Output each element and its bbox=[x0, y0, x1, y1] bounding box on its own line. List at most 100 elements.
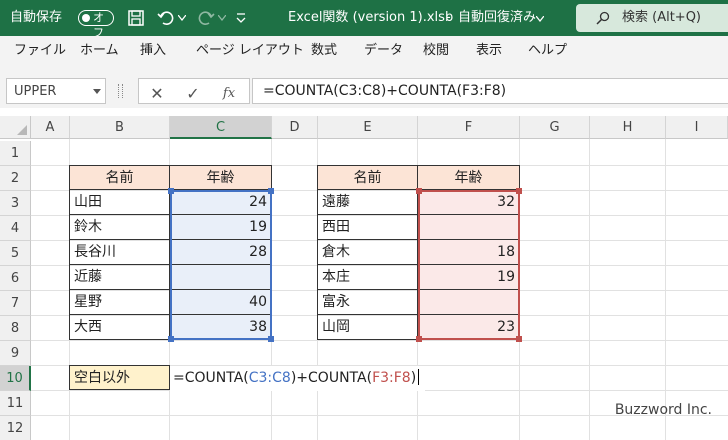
tab-review[interactable]: 校閲 bbox=[423, 36, 449, 66]
table1-age-cell[interactable]: 28 bbox=[170, 240, 272, 265]
save-icon[interactable] bbox=[126, 8, 146, 28]
table1-name-cell[interactable]: 近藤 bbox=[69, 265, 170, 290]
tab-help[interactable]: ヘルプ bbox=[528, 36, 567, 66]
row-header-6[interactable]: 6 bbox=[0, 266, 31, 291]
row-header-9[interactable]: 9 bbox=[0, 341, 31, 366]
row-header-10[interactable]: 10 bbox=[0, 366, 31, 391]
table2-name-cell[interactable]: 遠藤 bbox=[317, 190, 418, 215]
splitter-handle[interactable] bbox=[118, 84, 123, 98]
customize-icon[interactable] bbox=[236, 12, 246, 24]
column-header-d[interactable]: D bbox=[272, 116, 318, 139]
search-box[interactable]: 検索 (Alt+Q) bbox=[576, 4, 728, 32]
gridline bbox=[665, 139, 666, 440]
table1-header-age[interactable]: 年齢 bbox=[170, 165, 272, 190]
tab-home[interactable]: ホーム bbox=[80, 36, 119, 66]
ribbon-spacer bbox=[0, 66, 728, 76]
table1-header-name[interactable]: 名前 bbox=[69, 165, 170, 190]
formula-prefix: =COUNTA( bbox=[173, 370, 249, 386]
column-header-e[interactable]: E bbox=[318, 116, 418, 139]
table2-header-name[interactable]: 名前 bbox=[317, 165, 418, 190]
table2-header-age[interactable]: 年齢 bbox=[418, 165, 520, 190]
table2-name-cell[interactable]: 西田 bbox=[317, 215, 418, 240]
tab-page-layout[interactable]: ページ レイアウト bbox=[196, 36, 304, 66]
chevron-down-icon[interactable] bbox=[536, 16, 544, 22]
table1-name-cell[interactable]: 大西 bbox=[69, 315, 170, 340]
table1-name-cell[interactable]: 星野 bbox=[69, 290, 170, 315]
name-box[interactable]: UPPER bbox=[6, 78, 106, 104]
table1-name-cell[interactable]: 長谷川 bbox=[69, 240, 170, 265]
table2-name-cell[interactable]: 富永 bbox=[317, 290, 418, 315]
cell-editor-c10[interactable]: =COUNTA(C3:C8)+COUNTA(F3:F8) bbox=[170, 366, 425, 391]
table1-age-cell[interactable]: 40 bbox=[170, 290, 272, 315]
save-status: 自動回復済み bbox=[458, 10, 537, 25]
redo-dropdown-icon[interactable] bbox=[218, 15, 226, 21]
undo-icon[interactable] bbox=[156, 8, 176, 28]
enter-icon[interactable]: ✓ bbox=[181, 82, 205, 106]
table2-age-cell[interactable]: 32 bbox=[418, 190, 520, 215]
autosave-label: 自動保存 bbox=[10, 10, 63, 25]
formula-text: =COUNTA(C3:C8)+COUNTA(F3:F8) bbox=[263, 83, 507, 99]
row-header-11[interactable]: 11 bbox=[0, 391, 31, 416]
formula-range-ref-1: C3:C8 bbox=[248, 370, 291, 386]
column-header-f[interactable]: F bbox=[418, 116, 520, 139]
search-label: 検索 (Alt+Q) bbox=[622, 10, 702, 25]
column-header-g[interactable]: G bbox=[520, 116, 590, 139]
row-header-1[interactable]: 1 bbox=[0, 141, 31, 166]
column-header-c[interactable]: C bbox=[170, 116, 272, 139]
summary-label-cell[interactable]: 空白以外 bbox=[69, 365, 170, 390]
formula-range-ref-2: F3:F8 bbox=[372, 370, 411, 386]
gridline bbox=[589, 139, 590, 440]
table2-age-cell[interactable]: 18 bbox=[418, 240, 520, 265]
undo-dropdown-icon[interactable] bbox=[178, 15, 186, 21]
row-header-4[interactable]: 4 bbox=[0, 216, 31, 241]
chevron-down-icon[interactable] bbox=[93, 89, 101, 94]
formula-input[interactable]: =COUNTA(C3:C8)+COUNTA(F3:F8) bbox=[252, 78, 728, 104]
autosave-toggle[interactable]: オフ bbox=[78, 10, 114, 39]
row-header-3[interactable]: 3 bbox=[0, 191, 31, 216]
table2-age-cell[interactable] bbox=[418, 290, 520, 315]
table1-age-cell[interactable] bbox=[170, 265, 272, 290]
table2-age-cell[interactable]: 19 bbox=[418, 265, 520, 290]
formula-middle: )+COUNTA( bbox=[290, 370, 373, 386]
tab-insert[interactable]: 挿入 bbox=[140, 36, 166, 66]
redo-icon[interactable] bbox=[196, 8, 216, 28]
table2-name-cell[interactable]: 倉木 bbox=[317, 240, 418, 265]
table1-age-cell[interactable]: 19 bbox=[170, 215, 272, 240]
tab-file[interactable]: ファイル bbox=[14, 36, 66, 66]
ribbon-tabs: ファイル ホーム 挿入 ページ レイアウト 数式 データ 校閲 表示 ヘルプ bbox=[0, 36, 728, 66]
row-header-12[interactable]: 12 bbox=[0, 416, 31, 440]
search-icon bbox=[596, 11, 610, 25]
text-caret bbox=[418, 369, 420, 385]
table1-age-cell[interactable]: 24 bbox=[170, 190, 272, 215]
row-header-7[interactable]: 7 bbox=[0, 291, 31, 316]
formula-suffix: ) bbox=[410, 370, 417, 386]
row-header-5[interactable]: 5 bbox=[0, 241, 31, 266]
table1-name-cell[interactable]: 鈴木 bbox=[69, 215, 170, 240]
name-box-value: UPPER bbox=[14, 84, 57, 99]
table2-age-cell[interactable]: 23 bbox=[418, 315, 520, 340]
row-header-8[interactable]: 8 bbox=[0, 316, 31, 341]
gridline bbox=[31, 340, 728, 341]
table2-name-cell[interactable]: 山岡 bbox=[317, 315, 418, 340]
document-title: Excel関数 (version 1).xlsb bbox=[288, 10, 454, 25]
formula-bar: UPPER ✕ ✓ fx =COUNTA(C3:C8)+COUNTA(F3:F8… bbox=[0, 76, 728, 108]
table2-name-cell[interactable]: 本庄 bbox=[317, 265, 418, 290]
select-all-corner[interactable] bbox=[0, 116, 31, 139]
row-header-2[interactable]: 2 bbox=[0, 166, 31, 191]
table1-age-cell[interactable]: 38 bbox=[170, 315, 272, 340]
tab-formulas[interactable]: 数式 bbox=[311, 36, 337, 66]
separator-dot: - bbox=[446, 10, 451, 25]
column-header-b[interactable]: B bbox=[70, 116, 170, 139]
insert-function-icon[interactable]: fx bbox=[217, 82, 241, 106]
column-header-h[interactable]: H bbox=[590, 116, 666, 139]
column-header-a[interactable]: A bbox=[31, 116, 70, 139]
table2-age-cell[interactable] bbox=[418, 215, 520, 240]
tab-data[interactable]: データ bbox=[364, 36, 403, 66]
column-header-i[interactable]: I bbox=[666, 116, 728, 139]
tab-view[interactable]: 表示 bbox=[476, 36, 502, 66]
formula-buttons: ✕ ✓ fx bbox=[138, 78, 250, 104]
watermark-text: Buzzword Inc. bbox=[614, 402, 712, 418]
title-bar: 自動保存 オフ Excel関数 (version 1).xlsb - 自動回復済… bbox=[0, 0, 728, 39]
table1-name-cell[interactable]: 山田 bbox=[69, 190, 170, 215]
cancel-icon[interactable]: ✕ bbox=[145, 82, 169, 106]
